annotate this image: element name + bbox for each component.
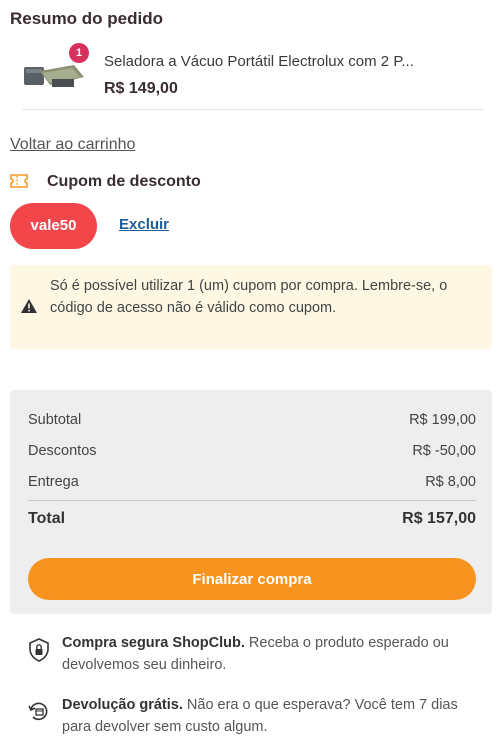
delivery-value: R$ 8,00 <box>425 474 476 490</box>
summary-title: Resumo do pedido <box>10 9 163 28</box>
free-return-text: Devolução grátis. Não era o que esperava… <box>62 697 458 735</box>
delivery-label: Entrega <box>28 474 79 490</box>
secure-purchase-text: Compra segura ShopClub. Receba o produto… <box>62 635 449 673</box>
coupon-title: Cupom de desconto <box>47 173 201 190</box>
warning-text: Só é possível utilizar 1 (um) cupom por … <box>50 278 448 316</box>
delivery-row: Entrega R$ 8,00 <box>28 474 476 501</box>
coupon-warning: Só é possível utilizar 1 (um) cupom por … <box>10 265 492 349</box>
subtotal-value: R$ 199,00 <box>409 412 476 428</box>
subtotal-row: Subtotal R$ 199,00 <box>28 412 476 434</box>
subtotal-label: Subtotal <box>28 412 82 428</box>
order-item[interactable]: 1 Seladora a Vácuo Portátil Electrolux c… <box>22 42 484 110</box>
product-name: Seladora a Vácuo Portátil Electrolux com… <box>104 53 414 70</box>
discounts-value: R$ -50,00 <box>412 443 476 459</box>
remove-coupon-link[interactable]: Excluir <box>119 216 169 233</box>
order-totals: Subtotal R$ 199,00 Descontos R$ -50,00 E… <box>10 390 492 614</box>
checkout-button[interactable]: Finalizar compra <box>28 558 476 600</box>
shield-lock-icon <box>29 638 49 662</box>
total-label: Total <box>28 510 66 527</box>
back-to-cart-link[interactable]: Voltar ao carrinho <box>10 136 135 154</box>
total-row: Total R$ 157,00 <box>28 510 476 532</box>
discounts-label: Descontos <box>28 443 97 459</box>
warning-icon <box>21 299 37 313</box>
return-box-icon <box>28 702 48 721</box>
quantity-badge: 1 <box>69 43 89 63</box>
ticket-icon <box>10 174 28 188</box>
total-value: R$ 157,00 <box>402 510 476 527</box>
product-price: R$ 149,00 <box>104 80 178 97</box>
discounts-row: Descontos R$ -50,00 <box>28 443 476 465</box>
product-thumbnail <box>24 65 84 87</box>
applied-coupon-badge: vale50 <box>10 203 97 249</box>
